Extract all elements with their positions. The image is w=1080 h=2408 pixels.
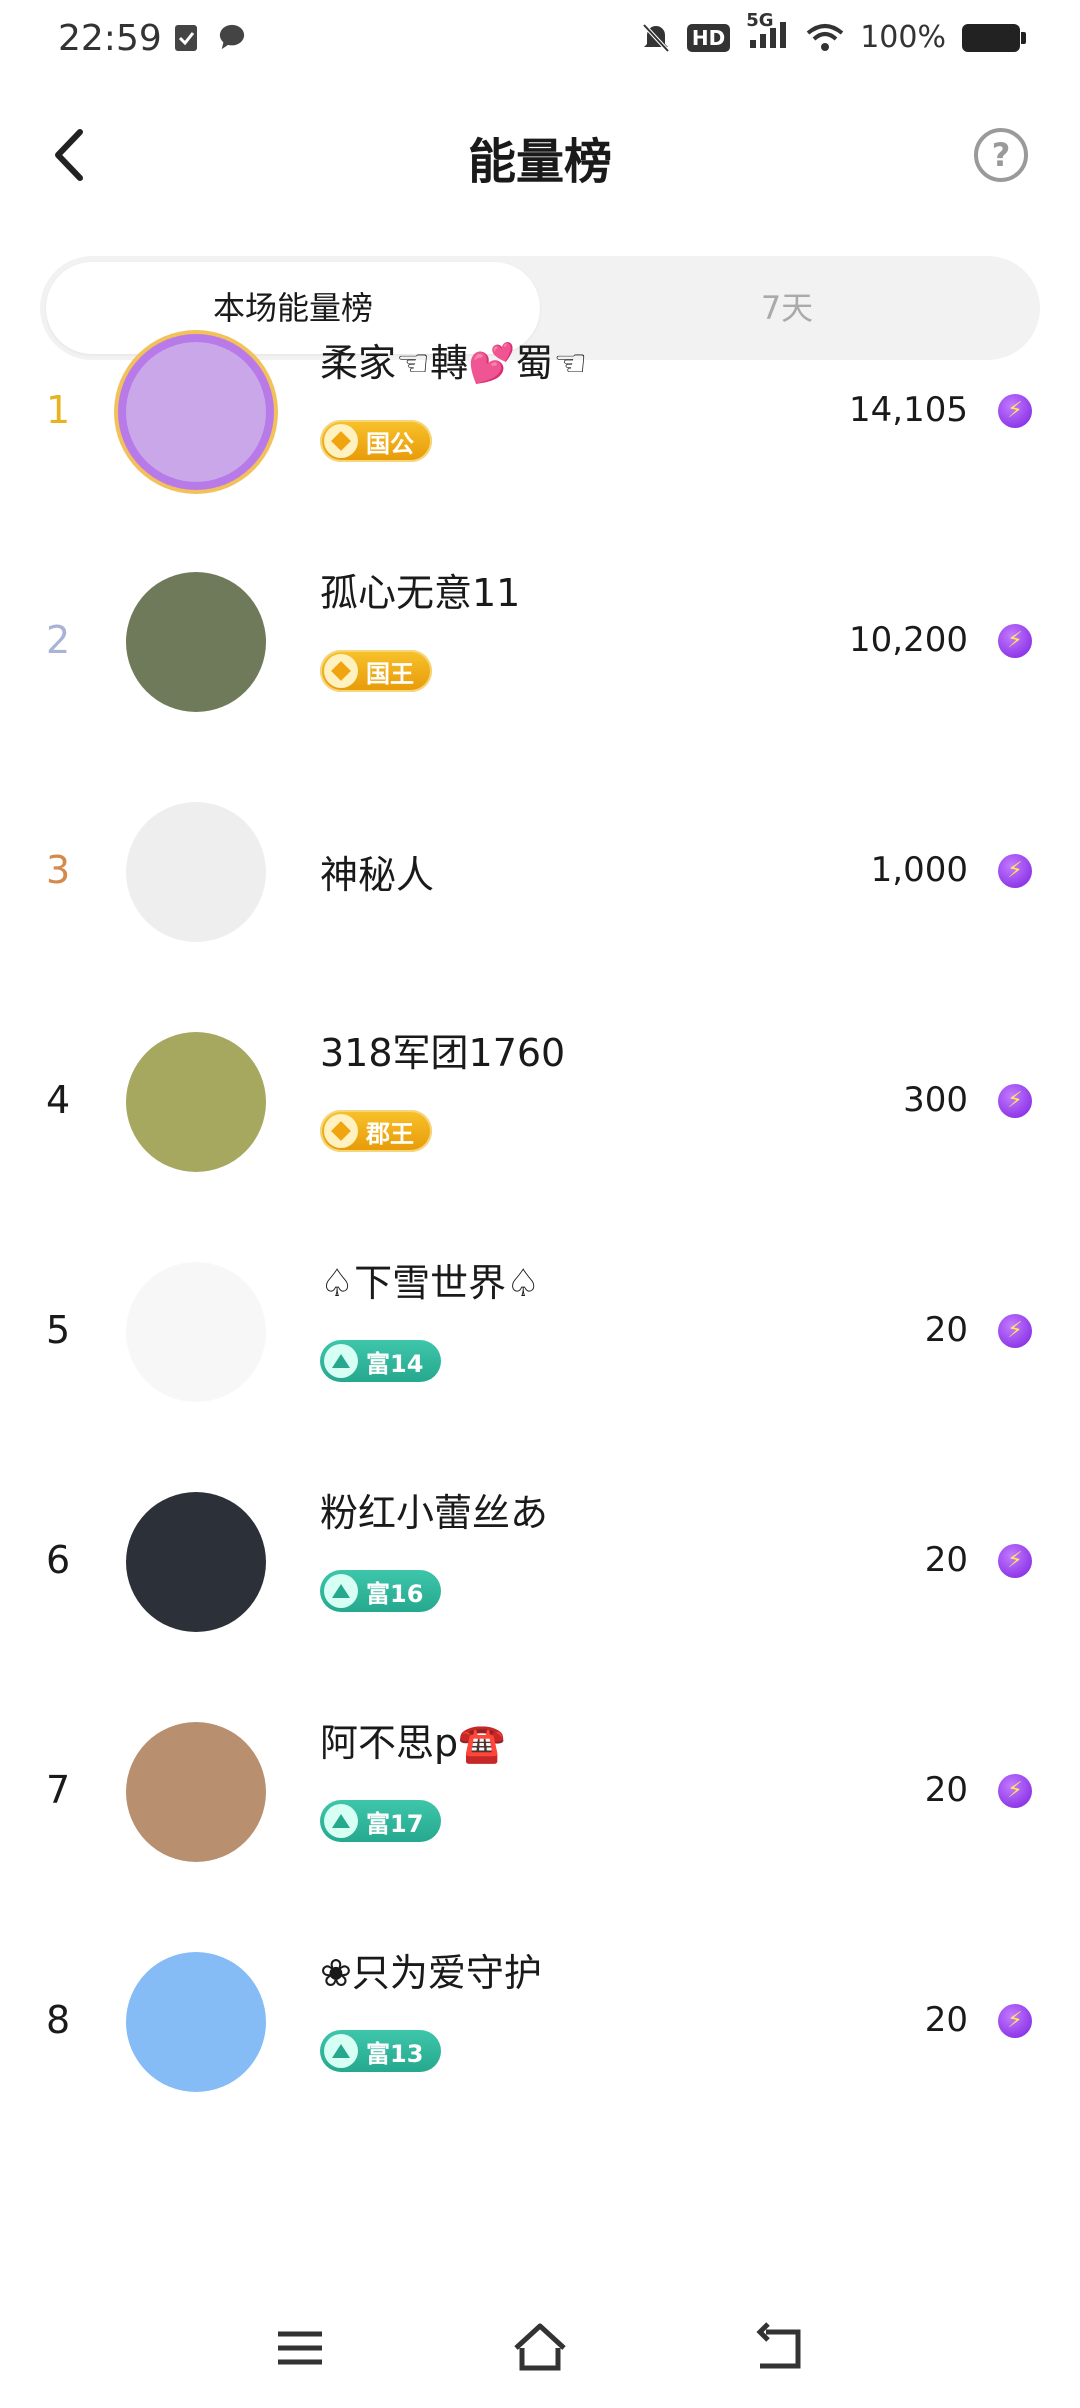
user-name: 318军团1760 (320, 1031, 566, 1075)
badge-label: 富14 (366, 1349, 424, 1378)
noble-rank-badge: 郡王 (320, 1110, 432, 1152)
badge-label: 郡王 (366, 1119, 414, 1148)
rank-number: 7 (46, 1768, 71, 1812)
lightning-energy-icon: ⚡ (998, 1314, 1032, 1348)
lightning-energy-icon: ⚡ (998, 624, 1032, 658)
battery-percent: 100% (860, 20, 946, 55)
user-avatar[interactable] (126, 1492, 266, 1632)
chat-bubble-icon (219, 24, 245, 50)
noble-rank-badge: 国公 (320, 420, 432, 462)
energy-score: 20 (924, 1770, 968, 1810)
wealth-level-badge: 富14 (320, 1340, 442, 1382)
badge-label: 富16 (366, 1579, 424, 1608)
back-nav-icon[interactable] (750, 2318, 810, 2378)
lightning-energy-icon: ⚡ (998, 2004, 1032, 2038)
badge-label: 国公 (366, 429, 414, 458)
page-title: 能量榜 (467, 134, 612, 190)
ranking-row[interactable]: 3 神秘人 1,000 ⚡ (0, 772, 1080, 972)
system-nav-bar (0, 2288, 1080, 2408)
rank-number: 4 (46, 1078, 71, 1122)
rank-number: 6 (46, 1538, 71, 1582)
badge-label: 国王 (366, 659, 414, 688)
energy-score: 20 (924, 1540, 968, 1580)
badge-label: 富13 (366, 2039, 424, 2068)
diamond-badge-icon (324, 654, 358, 688)
user-avatar[interactable] (126, 342, 266, 482)
rank-number: 5 (46, 1308, 71, 1352)
triangle-badge-icon (324, 1344, 358, 1378)
rank-number: 2 (46, 618, 71, 662)
wifi-icon (806, 23, 844, 51)
hd-icon: HD (686, 23, 731, 52)
user-avatar[interactable] (126, 1722, 266, 1862)
help-icon[interactable]: ? (974, 128, 1028, 182)
user-name: 阿不思p☎️ (320, 1721, 506, 1765)
lightning-energy-icon: ⚡ (998, 1084, 1032, 1118)
lightning-energy-icon: ⚡ (998, 394, 1032, 428)
energy-score: 20 (924, 2000, 968, 2040)
user-name: 孤心无意11 (320, 571, 521, 615)
user-avatar[interactable] (126, 802, 266, 942)
ranking-row[interactable]: 6 粉红小蕾丝あ富16 20 ⚡ (0, 1462, 1080, 1662)
menu-icon[interactable] (270, 2318, 330, 2378)
energy-score: 20 (924, 1310, 968, 1350)
status-time: 22:59 (58, 18, 162, 59)
header: 能量榜 ? (0, 100, 1080, 210)
ranking-row[interactable]: 8 ❀只为爱守护富13 20 ⚡ (0, 1922, 1080, 2122)
ranking-row[interactable]: 4 318军团1760 郡王 300 ⚡ (0, 1002, 1080, 1202)
user-avatar[interactable] (126, 1032, 266, 1172)
ranking-row[interactable]: 5 ♤下雪世界♤ 富14 20 ⚡ (0, 1232, 1080, 1432)
triangle-badge-icon (324, 1574, 358, 1608)
wealth-level-badge: 富13 (320, 2030, 442, 2072)
clipboard-check-icon (175, 25, 197, 51)
user-name: ♤下雪世界♤ (320, 1261, 541, 1305)
user-avatar[interactable] (126, 572, 266, 712)
ranking-row[interactable]: 1 柔家☜轉💕蜀☜ 国公 14,105 ⚡ (0, 312, 1080, 512)
noble-rank-badge: 国王 (320, 650, 432, 692)
user-avatar[interactable] (126, 1952, 266, 2092)
user-name: 粉红小蕾丝あ (320, 1491, 549, 1535)
diamond-badge-icon (324, 1114, 358, 1148)
user-avatar[interactable] (126, 1262, 266, 1402)
ranking-row[interactable]: 7 阿不思p☎️ 富17 20 ⚡ (0, 1692, 1080, 1892)
silent-bell-icon (642, 23, 670, 52)
user-name: 神秘人 (320, 853, 435, 897)
lightning-energy-icon: ⚡ (998, 854, 1032, 888)
battery-icon (962, 23, 1026, 52)
rank-number: 3 (46, 848, 71, 892)
wealth-level-badge: 富17 (320, 1800, 442, 1842)
signal-icon: 5G (746, 10, 790, 55)
diamond-badge-icon (324, 424, 358, 458)
rank-number: 1 (46, 388, 71, 432)
status-bar: 22:59 HD 5G 100% (0, 0, 1080, 84)
network-type: 5G (746, 10, 774, 31)
ranking-row[interactable]: 2 孤心无意11 国王 10,200 ⚡ (0, 542, 1080, 742)
badge-label: 富17 (366, 1809, 424, 1838)
energy-score: 1,000 (870, 850, 968, 890)
lightning-energy-icon: ⚡ (998, 1774, 1032, 1808)
home-icon[interactable] (510, 2318, 570, 2378)
user-name: 柔家☜轉💕蜀☜ (320, 341, 588, 385)
notification-icons (172, 22, 246, 52)
energy-score: 14,105 (849, 390, 968, 430)
triangle-badge-icon (324, 1804, 358, 1838)
wealth-level-badge: 富16 (320, 1570, 442, 1612)
energy-score: 300 (903, 1080, 968, 1120)
user-name: ❀只为爱守护 (320, 1951, 542, 1995)
rank-number: 8 (46, 1998, 71, 2042)
lightning-energy-icon: ⚡ (998, 1544, 1032, 1578)
energy-score: 10,200 (849, 620, 968, 660)
triangle-badge-icon (324, 2034, 358, 2068)
status-right: HD 5G 100% (641, 10, 1026, 55)
